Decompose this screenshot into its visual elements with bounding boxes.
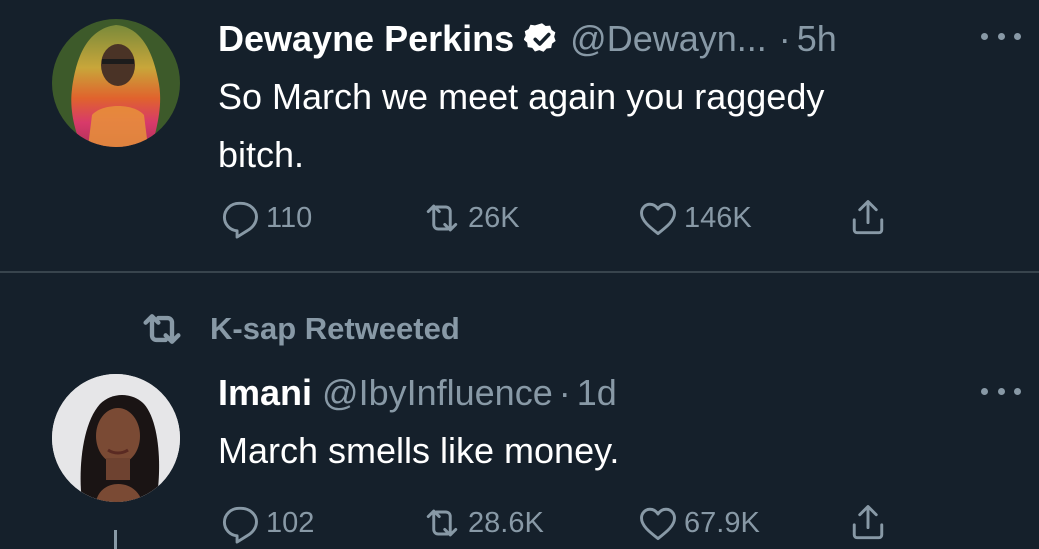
- user-handle[interactable]: @Dewayn...: [570, 18, 767, 60]
- retweeted-by-label[interactable]: K-sap Retweeted: [210, 311, 460, 347]
- reply-icon: [222, 506, 258, 544]
- retweet-icon: [426, 204, 458, 232]
- tweet-header: Imani @IbyInfluence · 1d: [218, 370, 617, 416]
- tweet-text: March smells like money.: [218, 430, 620, 471]
- reply-count: 102: [266, 506, 315, 539]
- display-name[interactable]: Dewayne Perkins: [218, 18, 514, 60]
- more-options-icon[interactable]: [981, 30, 1021, 42]
- user-handle[interactable]: @IbyInfluence: [322, 372, 553, 414]
- like-count: 67.9K: [684, 506, 760, 539]
- tweet[interactable]: K-sap Retweeted Imani @IbyInfluence · 1d…: [0, 273, 1039, 549]
- like-icon: [640, 202, 676, 236]
- retweet-banner: K-sap Retweeted: [140, 309, 460, 349]
- like-button[interactable]: 146K: [636, 196, 752, 240]
- timestamp[interactable]: 5h: [797, 18, 837, 60]
- reply-button[interactable]: 110: [218, 196, 312, 240]
- like-button[interactable]: 67.9K: [636, 501, 760, 545]
- tweet-text: So March we meet again you raggedy bitch…: [218, 76, 825, 175]
- thread-line: [114, 530, 117, 549]
- reply-button[interactable]: 102: [218, 501, 314, 545]
- share-button[interactable]: [846, 196, 890, 240]
- retweet-count: 28.6K: [468, 506, 544, 539]
- avatar-image: [52, 19, 180, 147]
- more-options-icon[interactable]: [981, 385, 1021, 397]
- retweet-count: 26K: [468, 201, 520, 234]
- avatar[interactable]: [52, 19, 180, 147]
- reply-icon: [222, 201, 258, 239]
- tweet[interactable]: Dewayne Perkins @Dewayn... · 5h So March…: [0, 0, 1039, 272]
- like-count: 146K: [684, 201, 752, 234]
- avatar[interactable]: [52, 374, 180, 502]
- avatar-image: [52, 374, 180, 502]
- share-icon: [852, 505, 884, 540]
- retweet-button[interactable]: 28.6K: [420, 501, 544, 545]
- separator-dot: ·: [558, 372, 571, 413]
- verified-badge-icon: [523, 21, 560, 57]
- retweet-icon: [426, 509, 458, 537]
- retweet-icon: [143, 314, 181, 344]
- timestamp[interactable]: 1d: [577, 372, 617, 414]
- display-name[interactable]: Imani: [218, 372, 312, 414]
- tweet-header: Dewayne Perkins @Dewayn... · 5h: [218, 16, 837, 62]
- share-button[interactable]: [846, 501, 890, 545]
- reply-count: 110: [266, 201, 313, 234]
- retweet-button[interactable]: 26K: [420, 196, 520, 240]
- separator-dot: ·: [778, 18, 791, 59]
- like-icon: [640, 507, 676, 541]
- share-icon: [852, 200, 884, 235]
